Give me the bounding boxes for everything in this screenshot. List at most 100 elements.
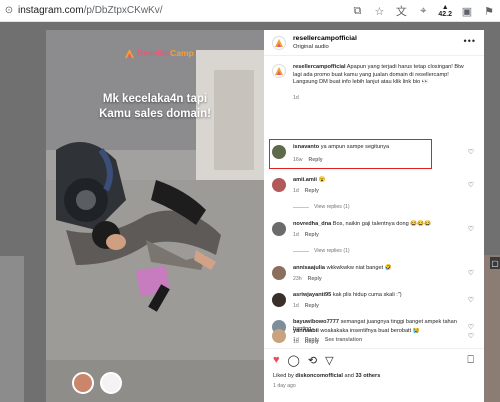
comment-body: 😮 [318,177,326,183]
brand-avatar-icon [275,39,283,47]
extension-icon[interactable]: ⚑ [482,5,496,18]
bookmark-star-icon[interactable]: ☆ [372,5,386,18]
view-replies-label: View replies (1) [314,248,350,254]
comment-icon[interactable]: ◯ [288,354,300,367]
comment-time[interactable]: 1d [293,188,299,194]
translate-icon[interactable]: 文 [394,3,408,19]
comment-time[interactable]: 16w [293,157,303,163]
comment-meta: 16w Reply [293,157,323,163]
comment-text: annisaajulia wkkwkwkw niat banget 🤣 [293,265,465,272]
post-media[interactable]: ResellerCamp Mk kecelaka4n tapi Kamu sal… [46,30,264,402]
liked-others[interactable]: 33 others [355,373,380,379]
comment-like-icon[interactable]: ♡ [468,296,474,304]
reply-button[interactable]: Reply [305,232,319,238]
comment-like-icon[interactable]: ♡ [468,148,474,156]
background-post-thumb-right [484,255,500,402]
comment-text: amii.amii 😮 [293,177,465,184]
comment-like-icon[interactable]: ♡ [468,181,474,189]
brand-avatar-icon [275,67,283,75]
comment-username[interactable]: bayuwibowo7777 [293,319,339,325]
comment-avatar[interactable] [272,293,286,307]
comment-username[interactable]: asriwjayanti95 [293,292,331,298]
comment-body: ya ampun sampe segitunya [320,144,390,150]
site-info-icon[interactable]: ⊙ [2,4,16,18]
comment-username[interactable]: amii.amii [293,177,317,183]
liked-by-line: Liked by diskoncomofficial and 33 others [273,373,380,379]
replies-divider [293,250,309,252]
browser-toolbar: ⊙ instagram.com/p/DbZtpxCKwKv/ ⧉ ☆ 文 ⌖ ▲… [0,0,500,22]
repost-icon[interactable]: ⟲ [308,354,317,367]
like-heart-icon[interactable]: ♥ [273,354,280,367]
comment-body: woakakaka insentifnya buat berobatt 😭 [318,328,420,334]
comment-avatar[interactable] [272,145,286,159]
caption-avatar[interactable] [272,64,286,78]
liked-prefix: Liked by [273,373,294,379]
media-illustration [46,30,264,402]
view-replies-button[interactable]: View replies (1) [293,248,350,254]
comment-item: yannaabii woakakaka insentifnya buat ber… [264,328,484,348]
tagged-people[interactable] [72,372,122,394]
brand-mark-icon [125,48,134,58]
comment-time[interactable]: 23h [293,276,302,282]
comment-body: kak plis hidup cuma skali :") [332,292,402,298]
view-replies-button[interactable]: View replies (1) [293,204,350,210]
profile-avatar[interactable] [272,36,286,50]
comment-text: novredha_dna Bos, naikin gaji talentnya … [293,221,465,228]
headline-line-2: Kamu sales domain! [99,108,211,120]
audio-label[interactable]: Original audio [293,44,329,50]
liked-user[interactable]: diskoncomofficial [295,373,343,379]
caption-time[interactable]: 1d [293,95,299,101]
comment-like-icon[interactable]: ♡ [468,225,474,233]
replies-divider [293,206,309,208]
tracking-icon[interactable]: ⌖ [416,5,430,18]
comment-like-icon[interactable]: ♡ [468,269,474,277]
comment-avatar[interactable] [272,266,286,280]
comment-username[interactable]: isnavanto [293,144,319,150]
view-replies-label: View replies (1) [314,204,350,210]
reply-button[interactable]: Reply [308,276,322,282]
post-header: resellercampofficial Original audio ••• [264,30,484,56]
comment-avatar[interactable] [272,222,286,236]
comment-like-icon[interactable]: ♡ [468,332,474,340]
post-username[interactable]: resellercampofficial [293,35,357,42]
background-post-thumb [0,256,24,402]
post-side-panel: resellercampofficial Original audio ••• … [264,30,484,402]
comment-text: isnavanto ya ampun sampe segitunya [293,144,465,151]
next-post-icon[interactable]: ▢ [490,257,500,269]
window-icon[interactable]: ▣ [460,5,474,18]
comment-time[interactable]: 1d [293,339,299,345]
cast-icon[interactable]: ⧉ [350,5,364,18]
media-headline: Mk kecelaka4n tapi Kamu sales domain! [46,92,264,122]
more-options-icon[interactable]: ••• [464,36,476,46]
comment-body: Bos, naikin gaji talentnya dong 😂😂😂 [332,221,432,227]
url-domain: instagram.com [18,5,84,16]
browser-actions: ⧉ ☆ 文 ⌖ ▲ 42.2 ▣ ⚑ [350,0,496,22]
comment-avatar[interactable] [272,329,286,343]
reply-button[interactable]: Reply [305,339,319,345]
comment-username[interactable]: yannaabii [293,328,319,334]
comment-meta: 23h Reply [293,276,322,282]
reply-button[interactable]: Reply [309,157,323,163]
brand-name-part1: Reseller [137,48,171,58]
comment-meta: 1d Reply [293,339,319,345]
address-bar[interactable]: instagram.com/p/DbZtpxCKwKv/ [18,5,163,16]
tagged-avatar[interactable] [100,372,122,394]
caption-text: resellercampofficial Apapun yang terjadi… [293,64,473,87]
share-icon[interactable]: ▽ [325,354,333,367]
comment-username[interactable]: annisaajulia [293,265,325,271]
brand-name-part2: Camp [170,48,194,58]
brand-logo: ResellerCamp [125,48,194,58]
comment-time[interactable]: 1d [293,232,299,238]
comment-time[interactable]: 1d [293,303,299,309]
reply-button[interactable]: Reply [305,303,319,309]
comment-body: wkkwkwkw niat banget 🤣 [326,265,392,271]
comment-username[interactable]: novredha_dna [293,221,331,227]
post-date[interactable]: 1 day ago [273,383,296,389]
comment-meta: 1d Reply [293,303,319,309]
reply-button[interactable]: Reply [305,188,319,194]
tagged-avatar[interactable] [72,372,94,394]
save-bookmark-icon[interactable]: ⎕ [467,354,474,367]
indicator-badge[interactable]: ▲ 42.2 [438,4,452,18]
caption-username[interactable]: resellercampofficial [293,64,346,70]
comment-avatar[interactable] [272,178,286,192]
